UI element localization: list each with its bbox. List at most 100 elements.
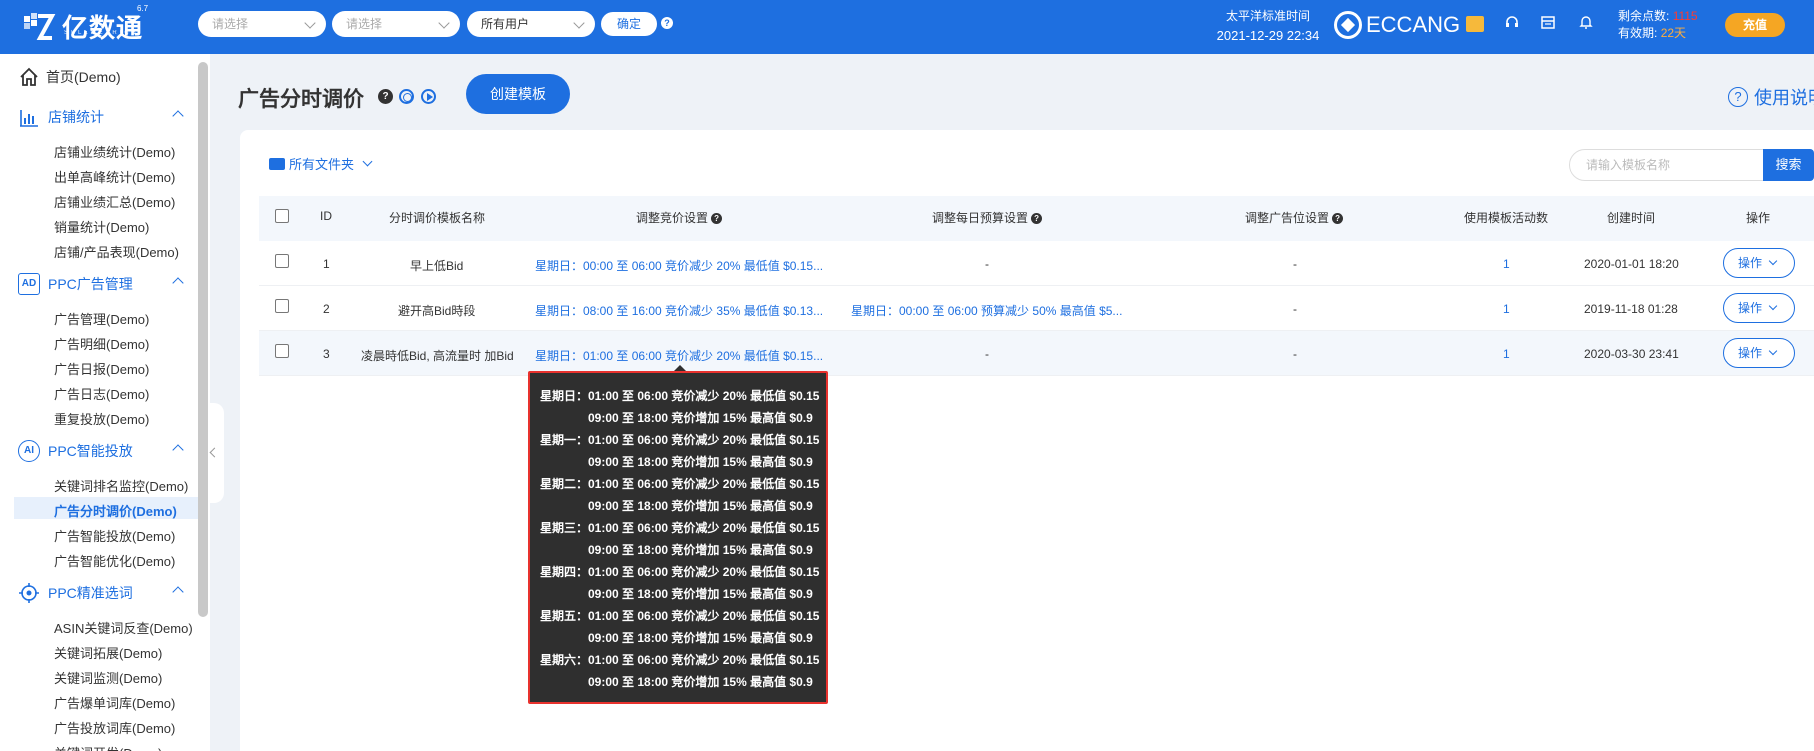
sidebar-item-smart-optimize[interactable]: 广告智能优化(Demo) (54, 551, 175, 570)
row-placement-setting: - (1293, 257, 1297, 271)
row-campaign-count[interactable]: 1 (1503, 347, 1510, 361)
sidebar-item-order-peak[interactable]: 出单高峰统计(Demo) (54, 167, 175, 186)
app-logo[interactable]: 亿数通 (22, 8, 143, 45)
user-select[interactable]: 所有用户 (467, 11, 595, 37)
search-button[interactable]: 搜索 (1763, 149, 1814, 181)
row-action-button[interactable]: 操作 (1723, 248, 1795, 278)
sidebar-scrollbar[interactable] (198, 62, 208, 617)
chevron-down-icon (304, 17, 316, 29)
sidebar-item-store-summary[interactable]: 店铺业绩汇总(Demo) (54, 192, 175, 211)
eccang-logo[interactable]: ECCANG (1334, 11, 1460, 39)
row-bid-setting[interactable]: 星期日：00:00 至 06:00 竞价减少 20% 最低值 $0.15... (535, 257, 823, 274)
folder-select[interactable]: 所有文件夹 (269, 154, 373, 173)
ai-icon: AI (18, 440, 40, 462)
sidebar-group-ppc-ads[interactable]: AD PPC广告管理 (18, 273, 186, 295)
eccang-text: ECCANG (1366, 12, 1461, 37)
row-id: 3 (323, 347, 330, 361)
select-all-checkbox[interactable] (275, 209, 289, 223)
col-budget-settings-label: 调整每日预算设置 (932, 211, 1029, 225)
tooltip-rule: 01:00 至 06:00 竞价减少 20% 最低值 $0.15 (588, 433, 820, 447)
col-bid-settings-label: 调整竞价设置 (636, 211, 709, 225)
row-checkbox[interactable] (275, 344, 289, 358)
row-template-name: 凌晨時低Bid, 高流量时 加Bid (361, 349, 514, 363)
headset-icon[interactable] (1503, 14, 1521, 32)
tooltip-rule: 09:00 至 18:00 竞价增加 15% 最高值 $0.9 (588, 631, 813, 645)
tooltip-day-label: 星期六： (540, 653, 589, 667)
question-icon[interactable]: ? (1031, 213, 1043, 225)
question-icon[interactable]: ? (1332, 213, 1344, 225)
bid-settings-tooltip: 星期日： 01:00 至 06:00 竞价减少 20% 最低值 $0.15 09… (528, 365, 828, 704)
sidebar-item-ad-keyword-library[interactable]: 广告投放词库(Demo) (54, 718, 175, 737)
row-action-button[interactable]: 操作 (1723, 338, 1795, 368)
row-action-button[interactable]: 操作 (1723, 293, 1795, 323)
row-id: 1 (323, 257, 330, 271)
row-checkbox[interactable] (275, 299, 289, 313)
ad-icon: AD (18, 273, 40, 295)
row-bid-setting[interactable]: 星期日：01:00 至 06:00 竞价减少 20% 最低值 $0.15... (535, 347, 823, 364)
question-icon[interactable]: ? (711, 213, 723, 225)
chevron-down-icon (438, 17, 450, 29)
sidebar-item-product-performance[interactable]: 店铺/产品表现(Demo) (54, 242, 179, 261)
col-id: ID (320, 209, 332, 223)
validity-label: 有效期: (1618, 26, 1658, 40)
sidebar-item-asin-reverse[interactable]: ASIN关键词反查(Demo) (54, 618, 193, 637)
row-placement-setting: - (1293, 302, 1297, 316)
sidebar-group-store-stats[interactable]: 店铺统计 (18, 106, 186, 128)
chevron-up-icon (172, 586, 184, 598)
chevron-down-icon (362, 156, 373, 167)
row-budget-setting[interactable]: 星期日：00:00 至 06:00 预算减少 50% 最高值 $5... (851, 302, 1122, 319)
recharge-button[interactable]: 充值 (1725, 13, 1785, 37)
row-bid-setting[interactable]: 星期日：08:00 至 16:00 竞价减少 35% 最低值 $0.13... (535, 302, 823, 319)
sidebar-collapse-toggle[interactable] (208, 403, 224, 503)
sidebar-group-ppc-keywords[interactable]: PPC精准选词 (18, 582, 186, 604)
chevron-up-icon (172, 277, 184, 289)
sidebar-item-hot-keywords[interactable]: 广告爆单词库(Demo) (54, 693, 175, 712)
sidebar-item-keyword-monitor[interactable]: 关键词监测(Demo) (54, 668, 162, 687)
col-placement-settings-label: 调整广告位设置 (1245, 211, 1330, 225)
tooltip-day-label: 星期日： (540, 389, 589, 403)
guide-icon[interactable] (399, 89, 414, 104)
col-bid-settings: 调整竞价设置? (636, 209, 723, 226)
sidebar-group-ppc-ai[interactable]: AI PPC智能投放 (18, 440, 186, 462)
tooltip-rule: 09:00 至 18:00 竞价增加 15% 最高值 $0.9 (588, 675, 813, 689)
sidebar-item-store-performance[interactable]: 店铺业绩统计(Demo) (54, 142, 175, 161)
row-budget-setting: - (985, 347, 989, 361)
row-campaign-count[interactable]: 1 (1503, 257, 1510, 271)
create-template-button[interactable]: 创建模板 (466, 74, 570, 114)
tooltip-day-label: 星期四： (540, 565, 589, 579)
col-template-name: 分时调价模板名称 (389, 211, 486, 225)
bell-icon[interactable] (1577, 14, 1595, 32)
user-manual-link[interactable]: ? 使用说明 (1728, 84, 1814, 110)
sidebar-item-ad-management[interactable]: 广告管理(Demo) (54, 309, 149, 328)
bar-chart-icon (18, 106, 40, 128)
sidebar-item-ad-log[interactable]: 广告日志(Demo) (54, 384, 149, 403)
sidebar-item-smart-ads[interactable]: 广告智能投放(Demo) (54, 526, 175, 545)
sidebar-item-home[interactable]: 首页(Demo) (18, 66, 121, 88)
sidebar-item-ad-details[interactable]: 广告明细(Demo) (54, 334, 149, 353)
sidebar-item-duplicate-ads[interactable]: 重复投放(Demo) (54, 409, 149, 428)
col-created-time: 创建时间 (1607, 211, 1656, 225)
sidebar-item-dayparting[interactable]: 广告分时调价(Demo) (54, 501, 177, 520)
sidebar-item-keyword-dev[interactable]: 关键词开发(Demo) (54, 743, 162, 751)
confirm-button[interactable]: 确定 (601, 12, 657, 36)
sidebar-item-keyword-expand[interactable]: 关键词拓展(Demo) (54, 643, 162, 662)
logo-subtitle: SELLMETRICS (64, 30, 139, 36)
filter-select-2[interactable]: 请选择 (332, 11, 460, 37)
help-icon[interactable]: ? (661, 17, 673, 29)
row-campaign-count[interactable]: 1 (1503, 302, 1510, 316)
sidebar-item-sales-stats[interactable]: 销量统计(Demo) (54, 217, 149, 236)
row-created-time: 2020-01-01 18:20 (1584, 257, 1679, 271)
manual-label: 使用说明 (1754, 88, 1814, 108)
table-row[interactable] (259, 241, 1814, 286)
help-icon[interactable]: ? (378, 89, 393, 104)
calendar-icon[interactable] (1539, 14, 1557, 32)
sidebar-item-ad-daily[interactable]: 广告日报(Demo) (54, 359, 149, 378)
template-search-input[interactable]: 请输入模板名称 (1569, 149, 1764, 181)
video-play-icon[interactable] (421, 89, 436, 104)
filter-select-1[interactable]: 请选择 (198, 11, 326, 37)
gift-icon[interactable] (1466, 16, 1484, 32)
tooltip-day-label: 星期三： (540, 521, 589, 535)
sidebar-item-keyword-rank[interactable]: 关键词排名监控(Demo) (54, 476, 188, 495)
row-checkbox[interactable] (275, 254, 289, 268)
tooltip-rule: 01:00 至 06:00 竞价减少 20% 最低值 $0.15 (588, 521, 820, 535)
